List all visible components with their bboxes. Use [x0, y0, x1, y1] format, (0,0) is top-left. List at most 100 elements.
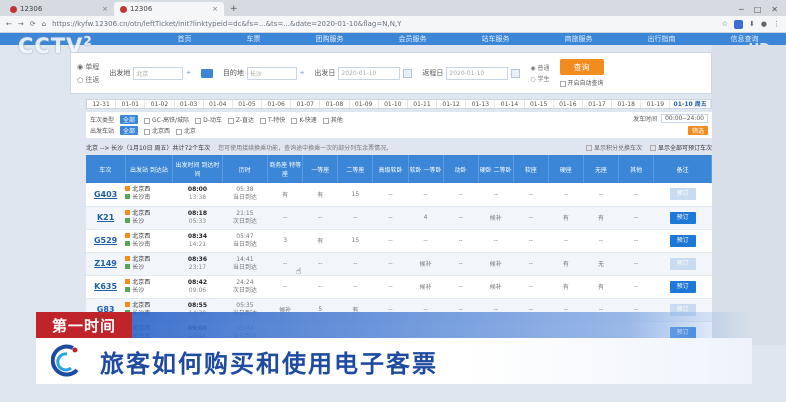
- nav-item[interactable]: 出行指南: [648, 34, 676, 44]
- book-button[interactable]: 预订: [669, 280, 696, 293]
- passenger-student-radio[interactable]: ○ 学生: [530, 74, 549, 83]
- filter-checkbox[interactable]: D-动车: [195, 115, 222, 124]
- date-tab[interactable]: 01-15: [525, 100, 554, 108]
- date-tab[interactable]: 01-12: [437, 100, 467, 108]
- nav-item[interactable]: 商旅服务: [565, 34, 593, 44]
- passenger-normal-radio[interactable]: ◉ 普通: [530, 63, 549, 72]
- column-header: 硬卧 二等卧: [478, 155, 514, 183]
- url-field[interactable]: https://kyfw.12306.cn/otn/leftTicket/ini…: [52, 20, 716, 28]
- filter-all-button[interactable]: 全部: [120, 126, 139, 135]
- train-number[interactable]: K21: [86, 206, 126, 230]
- date-tab[interactable]: 01-11: [408, 100, 438, 108]
- depart-date-input[interactable]: 2020-01-10: [338, 66, 401, 80]
- from-input[interactable]: 北京: [133, 66, 184, 80]
- extension-icon[interactable]: [734, 19, 744, 29]
- filter-checkbox[interactable]: Z-直达: [227, 115, 254, 124]
- date-tab[interactable]: 01-03: [175, 100, 204, 108]
- home-icon[interactable]: ⌂: [42, 20, 46, 28]
- filter-all-button[interactable]: 全部: [120, 115, 139, 124]
- date-tab[interactable]: 01-04: [204, 100, 233, 108]
- train-number[interactable]: K635: [86, 275, 126, 299]
- filter-checkbox[interactable]: T-特快: [260, 115, 285, 124]
- date-tab[interactable]: 01-02: [145, 100, 175, 108]
- new-tab-button[interactable]: +: [224, 2, 244, 16]
- nav-item[interactable]: 首页: [178, 34, 192, 44]
- browser-tab[interactable]: 12306 ×: [4, 2, 114, 16]
- date-tab[interactable]: 01-10 周五: [670, 100, 711, 108]
- date-tab[interactable]: 01-18: [612, 100, 642, 108]
- table-row: G529 北京西 长沙南 08:34 14:21 05:47 当日到达 3 有 15 -- -- -- -…: [86, 229, 712, 253]
- close-icon[interactable]: ✕: [771, 5, 778, 14]
- date-tab[interactable]: 01-13: [466, 100, 496, 108]
- date-tab[interactable]: 01-06: [262, 100, 292, 108]
- to-input[interactable]: 长沙: [246, 66, 297, 80]
- times-cell: 08:36 23:17: [172, 252, 223, 276]
- account-icon[interactable]: ●: [761, 20, 767, 28]
- calendar-icon[interactable]: [511, 68, 521, 78]
- show-points-trains[interactable]: 显示积分兑换车次: [585, 143, 642, 152]
- seat-availability: --: [372, 275, 408, 299]
- nav-item[interactable]: 会员服务: [399, 34, 427, 44]
- book-button[interactable]: 预订: [669, 211, 696, 224]
- browser-tab-active[interactable]: 12306 ×: [114, 2, 224, 16]
- query-button[interactable]: 查询: [559, 59, 604, 75]
- transfer-note: 您可使用接续换乘功能，查询途中换乘一次的部分列车余票情况。: [218, 144, 393, 152]
- seat-availability: --: [408, 229, 444, 253]
- filter-checkbox[interactable]: GC-高铁/城际: [144, 115, 189, 124]
- date-tab[interactable]: 01-05: [233, 100, 263, 108]
- reload-icon[interactable]: ⟳: [30, 20, 36, 28]
- filter-checkbox[interactable]: 其他: [322, 115, 343, 124]
- trip-type-oneway[interactable]: ◉ 单程: [77, 62, 99, 72]
- sort-select[interactable]: 00:00--24:00: [661, 114, 708, 123]
- maximize-icon[interactable]: □: [754, 5, 762, 14]
- date-tab[interactable]: 01-17: [583, 100, 613, 108]
- book-button[interactable]: 预订: [669, 257, 696, 270]
- filter-checkbox[interactable]: 北京西: [144, 126, 170, 135]
- filter-checkbox[interactable]: K-快速: [291, 115, 317, 124]
- book-button[interactable]: 预订: [669, 188, 696, 201]
- date-tab[interactable]: 01-09: [350, 100, 379, 108]
- calendar-icon[interactable]: [403, 68, 413, 78]
- date-tab[interactable]: 01-14: [495, 100, 525, 108]
- seat-availability: --: [408, 183, 444, 207]
- date-tab[interactable]: 01-07: [291, 100, 321, 108]
- auto-query-checkbox[interactable]: 开启自动查询: [559, 78, 604, 87]
- back-icon[interactable]: ←: [6, 20, 12, 28]
- nav-item[interactable]: 车票: [247, 34, 261, 44]
- route-summary: 北京 --> 长沙（1月10日 周五）共计72个车次: [86, 144, 211, 152]
- filter-checkbox[interactable]: 北京: [176, 126, 196, 135]
- book-button[interactable]: 预订: [669, 234, 696, 247]
- return-date-input[interactable]: 2020-01-10: [446, 66, 509, 80]
- star-icon[interactable]: ☆: [722, 20, 728, 28]
- date-tab[interactable]: 01-01: [116, 100, 146, 108]
- times-cell: 08:18 05:33: [172, 206, 223, 230]
- train-number[interactable]: G403: [86, 183, 126, 207]
- minimize-icon[interactable]: ─: [739, 5, 744, 14]
- filter-button[interactable]: 筛选: [687, 126, 708, 135]
- date-tab[interactable]: 01-10: [379, 100, 408, 108]
- trip-type-return[interactable]: ○ 往返: [77, 75, 99, 85]
- forward-icon[interactable]: →: [18, 20, 24, 28]
- date-tab[interactable]: 12-31: [87, 100, 117, 108]
- train-number[interactable]: G529: [86, 229, 126, 253]
- seat-availability: 4: [408, 206, 444, 230]
- swap-stations-icon[interactable]: [200, 68, 213, 78]
- show-bookable-trains[interactable]: 显示全部可预订车次: [649, 143, 712, 152]
- date-tab[interactable]: 01-16: [554, 100, 583, 108]
- trip-type-group: ◉ 单程 ○ 往返: [77, 62, 99, 85]
- nav-item[interactable]: 团购服务: [316, 34, 344, 44]
- date-tab[interactable]: 01-08: [320, 100, 350, 108]
- seat-availability: 有: [548, 275, 584, 299]
- seat-availability: --: [618, 183, 654, 207]
- download-icon[interactable]: ⬇: [749, 20, 755, 28]
- train-number[interactable]: Z149: [86, 252, 126, 276]
- date-tab[interactable]: 01-19: [641, 100, 671, 108]
- close-tab-icon[interactable]: ×: [212, 5, 218, 13]
- nav-item[interactable]: 站车服务: [482, 34, 510, 44]
- book-cell: 预订: [653, 206, 712, 230]
- menu-icon[interactable]: ⋮: [773, 20, 780, 28]
- book-cell: 预订: [653, 183, 712, 207]
- seat-availability: --: [618, 206, 654, 230]
- close-tab-icon[interactable]: ×: [102, 5, 108, 13]
- sort-group: 发车时间 00:00--24:00: [633, 114, 708, 123]
